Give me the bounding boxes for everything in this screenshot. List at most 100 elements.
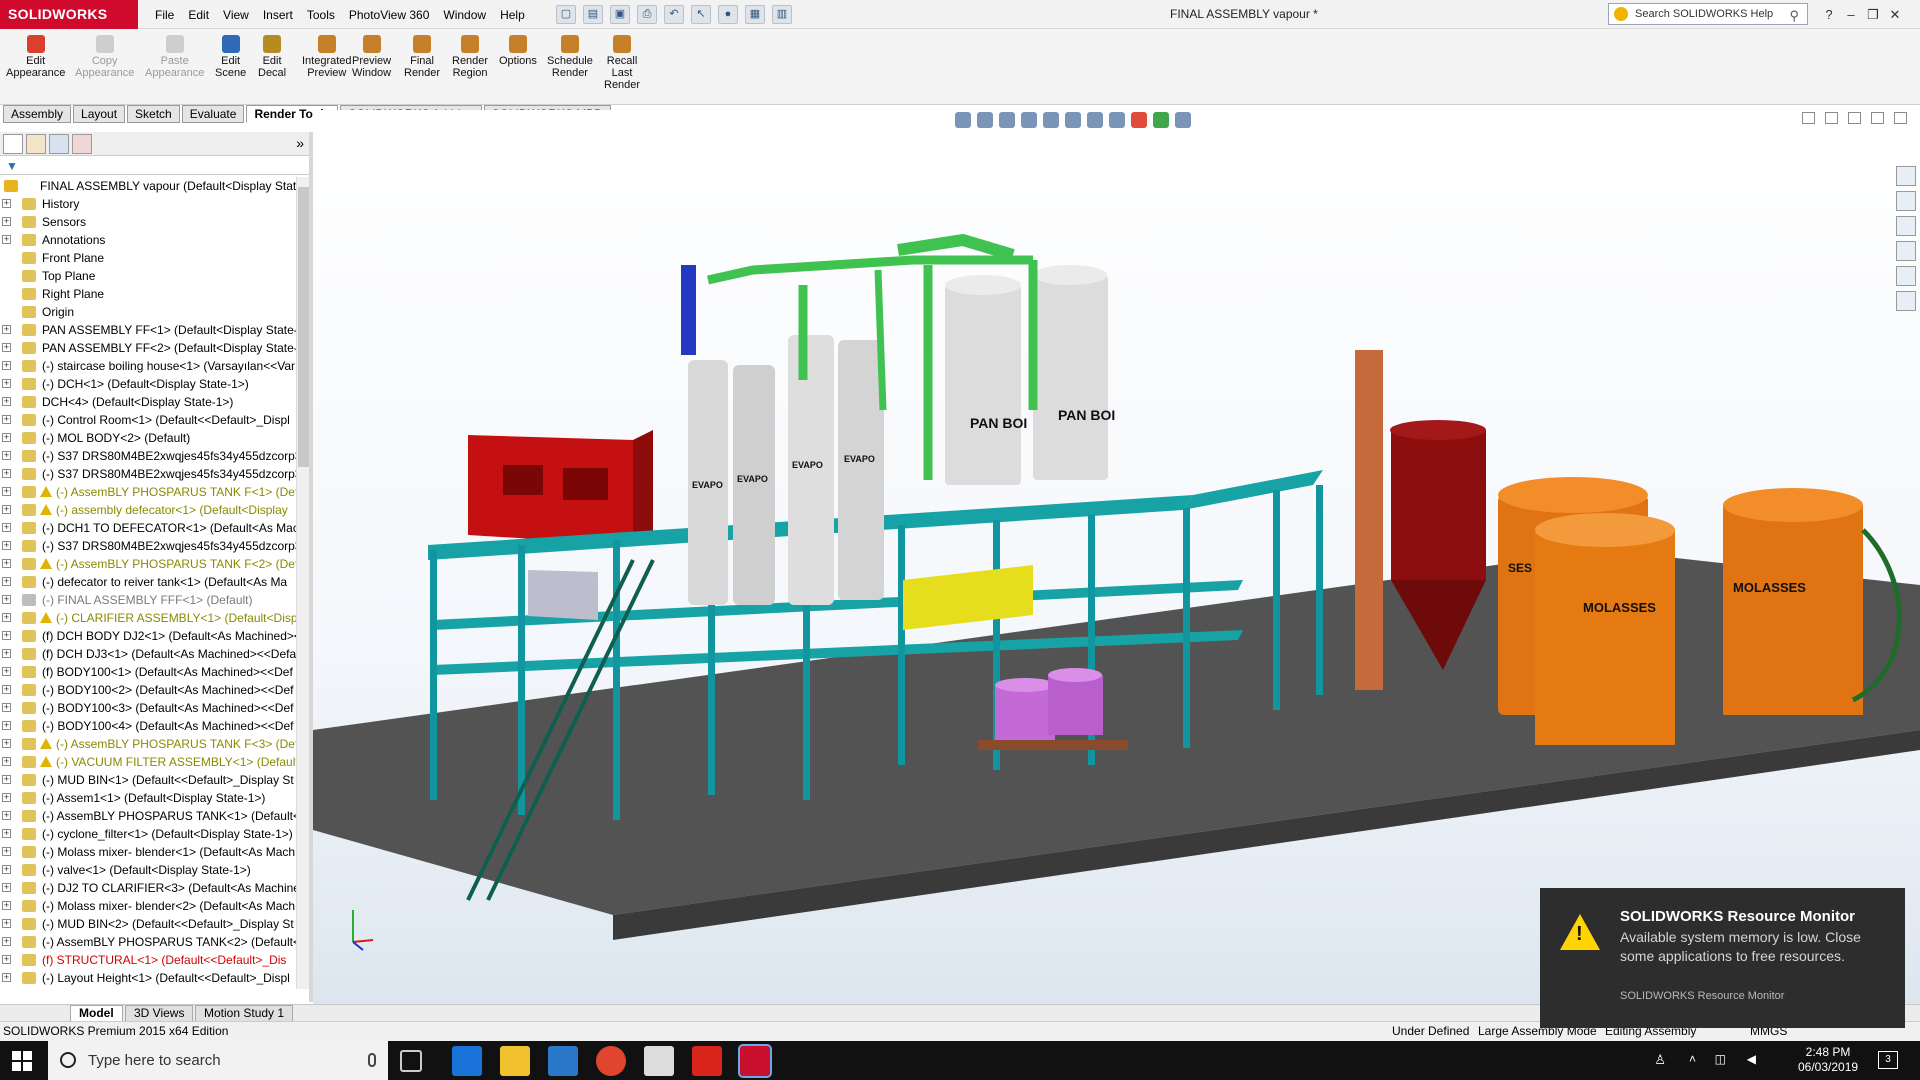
command-tab-1[interactable]: Layout bbox=[73, 105, 126, 123]
mail-icon[interactable] bbox=[644, 1046, 674, 1076]
ribbon-button-8[interactable]: Render Region bbox=[452, 35, 488, 79]
save-icon[interactable]: ▣ bbox=[610, 5, 630, 24]
custom-properties-icon[interactable] bbox=[1896, 291, 1916, 311]
expand-toggle-icon[interactable]: + bbox=[2, 955, 11, 964]
expand-toggle-icon[interactable]: + bbox=[2, 721, 11, 730]
resources-home-icon[interactable] bbox=[1896, 166, 1916, 186]
tree-item[interactable]: + (-) Molass mixer- blender<1> (Default<A… bbox=[0, 843, 296, 861]
search-icon[interactable]: ⚲ bbox=[1789, 6, 1799, 26]
close-icon[interactable]: ✕ bbox=[1884, 7, 1906, 23]
tree-item[interactable]: + (-) staircase boiling house<1> (Varsayı… bbox=[0, 357, 296, 375]
menu-help[interactable]: Help bbox=[493, 8, 532, 22]
minimize-icon[interactable]: – bbox=[1840, 7, 1862, 22]
tree-item[interactable]: + PAN ASSEMBLY FF<1> (Default<Display Sta… bbox=[0, 321, 296, 339]
help-search-input[interactable]: Search SOLIDWORKS Help ⚲ bbox=[1608, 3, 1808, 25]
zoom-to-area-icon[interactable] bbox=[977, 112, 993, 128]
tree-item[interactable]: + (-) assembly defecator<1> (Default<Disp… bbox=[0, 501, 296, 519]
menu-window[interactable]: Window bbox=[436, 8, 493, 22]
tree-item[interactable]: + DCH<4> (Default<Display State-1>) bbox=[0, 393, 296, 411]
chrome-icon[interactable] bbox=[596, 1046, 626, 1076]
viewport-minimize-icon[interactable] bbox=[1848, 112, 1861, 124]
command-tab-2[interactable]: Sketch bbox=[127, 105, 180, 123]
tree-item[interactable]: + (-) VACUUM FILTER ASSEMBLY<1> (Default< bbox=[0, 753, 296, 771]
appearances-scenes-icon[interactable] bbox=[1896, 266, 1916, 286]
tree-item[interactable]: + (-) cyclone_filter<1> (Default<Display … bbox=[0, 825, 296, 843]
tree-item[interactable]: + Sensors bbox=[0, 213, 296, 231]
file-explorer-taskbar-icon[interactable] bbox=[500, 1046, 530, 1076]
new-document-icon[interactable]: ▢ bbox=[556, 5, 576, 24]
undo-icon[interactable]: ↶ bbox=[664, 5, 684, 24]
tree-item[interactable]: + (-) AssemBLY PHOSPARUS TANK F<3> (Defa bbox=[0, 735, 296, 753]
ribbon-button-11[interactable]: Recall Last Render bbox=[604, 35, 640, 91]
menu-insert[interactable]: Insert bbox=[256, 8, 300, 22]
tree-item[interactable]: + (-) BODY100<4> (Default<As Machined><<D… bbox=[0, 717, 296, 735]
expand-toggle-icon[interactable]: + bbox=[2, 541, 11, 550]
tree-item[interactable]: + (-) BODY100<2> (Default<As Machined><<D… bbox=[0, 681, 296, 699]
store-icon[interactable] bbox=[548, 1046, 578, 1076]
expand-toggle-icon[interactable]: + bbox=[2, 703, 11, 712]
expand-toggle-icon[interactable]: + bbox=[2, 523, 11, 532]
tree-item[interactable]: + (-) Control Room<1> (Default<<Default>_… bbox=[0, 411, 296, 429]
ribbon-button-1[interactable]: Copy Appearance bbox=[75, 35, 134, 79]
tree-item[interactable]: + (-) Layout Height<1> (Default<<Default>… bbox=[0, 969, 296, 987]
tree-item[interactable]: + PAN ASSEMBLY FF<2> (Default<Display Sta… bbox=[0, 339, 296, 357]
tree-item[interactable]: Front Plane bbox=[0, 249, 296, 267]
command-tab-3[interactable]: Evaluate bbox=[181, 105, 245, 123]
expand-toggle-icon[interactable]: + bbox=[2, 595, 11, 604]
help-question-icon[interactable]: ? bbox=[1818, 7, 1840, 22]
restore-icon[interactable]: ❐ bbox=[1862, 7, 1884, 23]
design-library-icon[interactable] bbox=[1896, 191, 1916, 211]
file-properties-icon[interactable]: ▦ bbox=[745, 5, 765, 24]
viewport-close-icon[interactable] bbox=[1894, 112, 1907, 124]
viewport-split-icon[interactable] bbox=[1825, 112, 1838, 124]
expand-toggle-icon[interactable]: + bbox=[2, 973, 11, 982]
configuration-manager-tab-icon[interactable] bbox=[49, 134, 69, 154]
hide-show-items-icon[interactable] bbox=[1109, 112, 1125, 128]
view-settings-icon[interactable] bbox=[1175, 112, 1191, 128]
expand-toggle-icon[interactable]: + bbox=[2, 343, 11, 352]
expand-toggle-icon[interactable]: + bbox=[2, 415, 11, 424]
expand-toggle-icon[interactable]: + bbox=[2, 631, 11, 640]
previous-view-icon[interactable] bbox=[999, 112, 1015, 128]
menu-edit[interactable]: Edit bbox=[181, 8, 216, 22]
tree-item[interactable]: + (f) DCH BODY DJ2<1> (Default<As Machine… bbox=[0, 627, 296, 645]
expand-toggle-icon[interactable]: + bbox=[2, 739, 11, 748]
open-folder-icon[interactable]: ▤ bbox=[583, 5, 603, 24]
edit-appearance-view-icon[interactable] bbox=[1131, 112, 1147, 128]
print-icon[interactable]: ⎙ bbox=[637, 5, 657, 24]
windows-start-icon[interactable] bbox=[12, 1051, 32, 1071]
expand-toggle-icon[interactable]: + bbox=[2, 559, 11, 568]
graphics-viewport[interactable]: MOLASSES MOLASSES SES EVAPO EVAPO EVAPO … bbox=[313, 110, 1920, 1004]
menu-tools[interactable]: Tools bbox=[300, 8, 342, 22]
expand-toggle-icon[interactable]: + bbox=[2, 217, 11, 226]
tree-item[interactable]: Right Plane bbox=[0, 285, 296, 303]
expand-toggle-icon[interactable]: + bbox=[2, 325, 11, 334]
tree-item[interactable]: + (-) Molass mixer- blender<2> (Default<A… bbox=[0, 897, 296, 915]
property-manager-tab-icon[interactable] bbox=[26, 134, 46, 154]
tray-chevron-icon[interactable]: ˄ bbox=[1689, 1052, 1696, 1066]
expand-toggle-icon[interactable]: + bbox=[2, 901, 11, 910]
solidworks-taskbar-icon[interactable] bbox=[738, 1044, 772, 1078]
feature-manager-tab-icon[interactable] bbox=[3, 134, 23, 154]
select-arrow-icon[interactable]: ↖ bbox=[691, 5, 711, 24]
expand-toggle-icon[interactable]: + bbox=[2, 613, 11, 622]
tree-item[interactable]: + (-) valve<1> (Default<Display State-1>) bbox=[0, 861, 296, 879]
expand-toggle-icon[interactable]: + bbox=[2, 235, 11, 244]
tree-item[interactable]: FINAL ASSEMBLY vapour (Default<Display S… bbox=[0, 177, 296, 195]
expand-toggle-icon[interactable]: + bbox=[2, 937, 11, 946]
expand-toggle-icon[interactable]: + bbox=[2, 451, 11, 460]
microphone-icon[interactable] bbox=[368, 1053, 376, 1067]
expand-toggle-icon[interactable]: + bbox=[2, 865, 11, 874]
tree-item[interactable]: + (-) MUD BIN<1> (Default<<Default>_Displ… bbox=[0, 771, 296, 789]
tree-item[interactable]: + (-) MOL BODY<2> (Default) bbox=[0, 429, 296, 447]
tree-item[interactable]: + (-) MUD BIN<2> (Default<<Default>_Displ… bbox=[0, 915, 296, 933]
tree-item[interactable]: + (-) CLARIFIER ASSEMBLY<1> (Default<Disp… bbox=[0, 609, 296, 627]
tree-item[interactable]: + (-) AssemBLY PHOSPARUS TANK<2> (Default… bbox=[0, 933, 296, 951]
tree-item[interactable]: + (f) DCH DJ3<1> (Default<As Machined><<D… bbox=[0, 645, 296, 663]
expand-toggle-icon[interactable]: + bbox=[2, 811, 11, 820]
tree-item[interactable]: + (-) AssemBLY PHOSPARUS TANK F<1> (Defa bbox=[0, 483, 296, 501]
options-icon[interactable]: ▥ bbox=[772, 5, 792, 24]
tree-item[interactable]: + (-) S37 DRS80M4BE2xwqjes45fs34y455dzcor… bbox=[0, 537, 296, 555]
solidworks-logo[interactable]: SOLIDWORKS bbox=[0, 0, 138, 29]
dynamic-annotation-icon[interactable] bbox=[1043, 112, 1059, 128]
